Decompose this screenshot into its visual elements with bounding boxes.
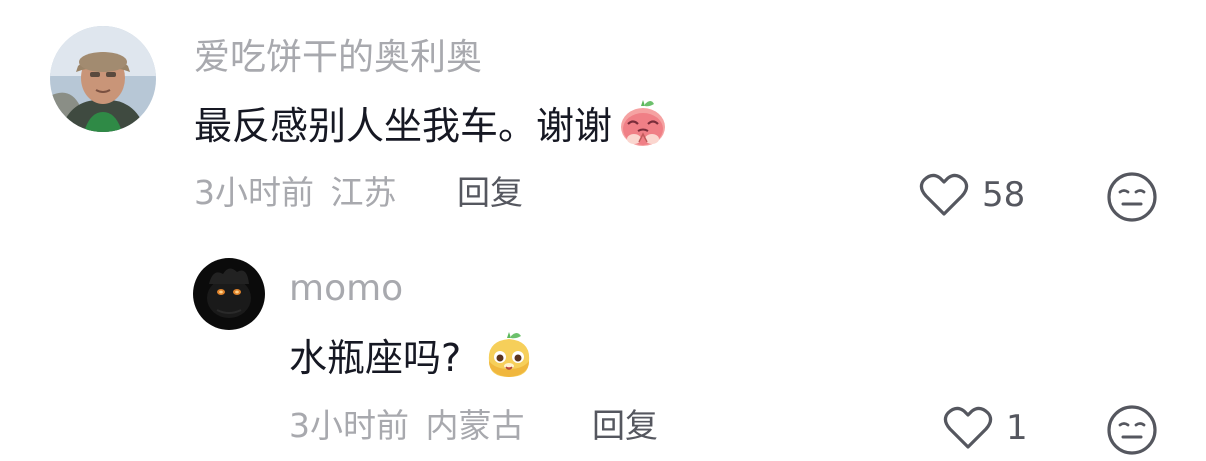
comment-meta: 3小时前 内蒙古 <box>289 409 525 442</box>
reply-button[interactable]: 回复 <box>592 409 658 442</box>
like-count: 58 <box>982 175 1026 215</box>
comment-meta: 3小时前 江苏 <box>194 176 397 209</box>
comment-time: 3小时前 <box>194 173 314 212</box>
username[interactable]: momo <box>289 271 403 307</box>
comment-text: 最反感别人坐我车。谢谢 <box>194 100 668 148</box>
dislike-button[interactable] <box>1106 404 1158 456</box>
username[interactable]: 爱吃饼干的奥利奥 <box>194 40 482 76</box>
reply-button[interactable]: 回复 <box>457 176 523 209</box>
comment-location: 江苏 <box>330 173 397 212</box>
heart-outline-icon <box>942 405 994 451</box>
like-button[interactable]: 58 <box>918 172 1025 218</box>
avatar[interactable] <box>193 258 265 330</box>
emoji-curious-icon <box>483 329 535 387</box>
comment-text: 水瓶座吗? <box>289 332 535 380</box>
dislike-button[interactable] <box>1106 171 1158 223</box>
neutral-face-icon <box>1107 172 1157 222</box>
neutral-face-icon <box>1107 405 1157 455</box>
comment-time: 3小时前 <box>289 406 409 445</box>
heart-outline-icon <box>918 172 970 218</box>
emoji-shy-icon <box>618 98 668 154</box>
avatar[interactable] <box>50 26 156 132</box>
like-count: 1 <box>1006 408 1028 448</box>
comment-body: 最反感别人坐我车。谢谢 <box>194 104 613 148</box>
comment-body: 水瓶座吗? <box>289 336 462 380</box>
comment-location: 内蒙古 <box>425 406 525 445</box>
like-button[interactable]: 1 <box>942 405 1028 451</box>
